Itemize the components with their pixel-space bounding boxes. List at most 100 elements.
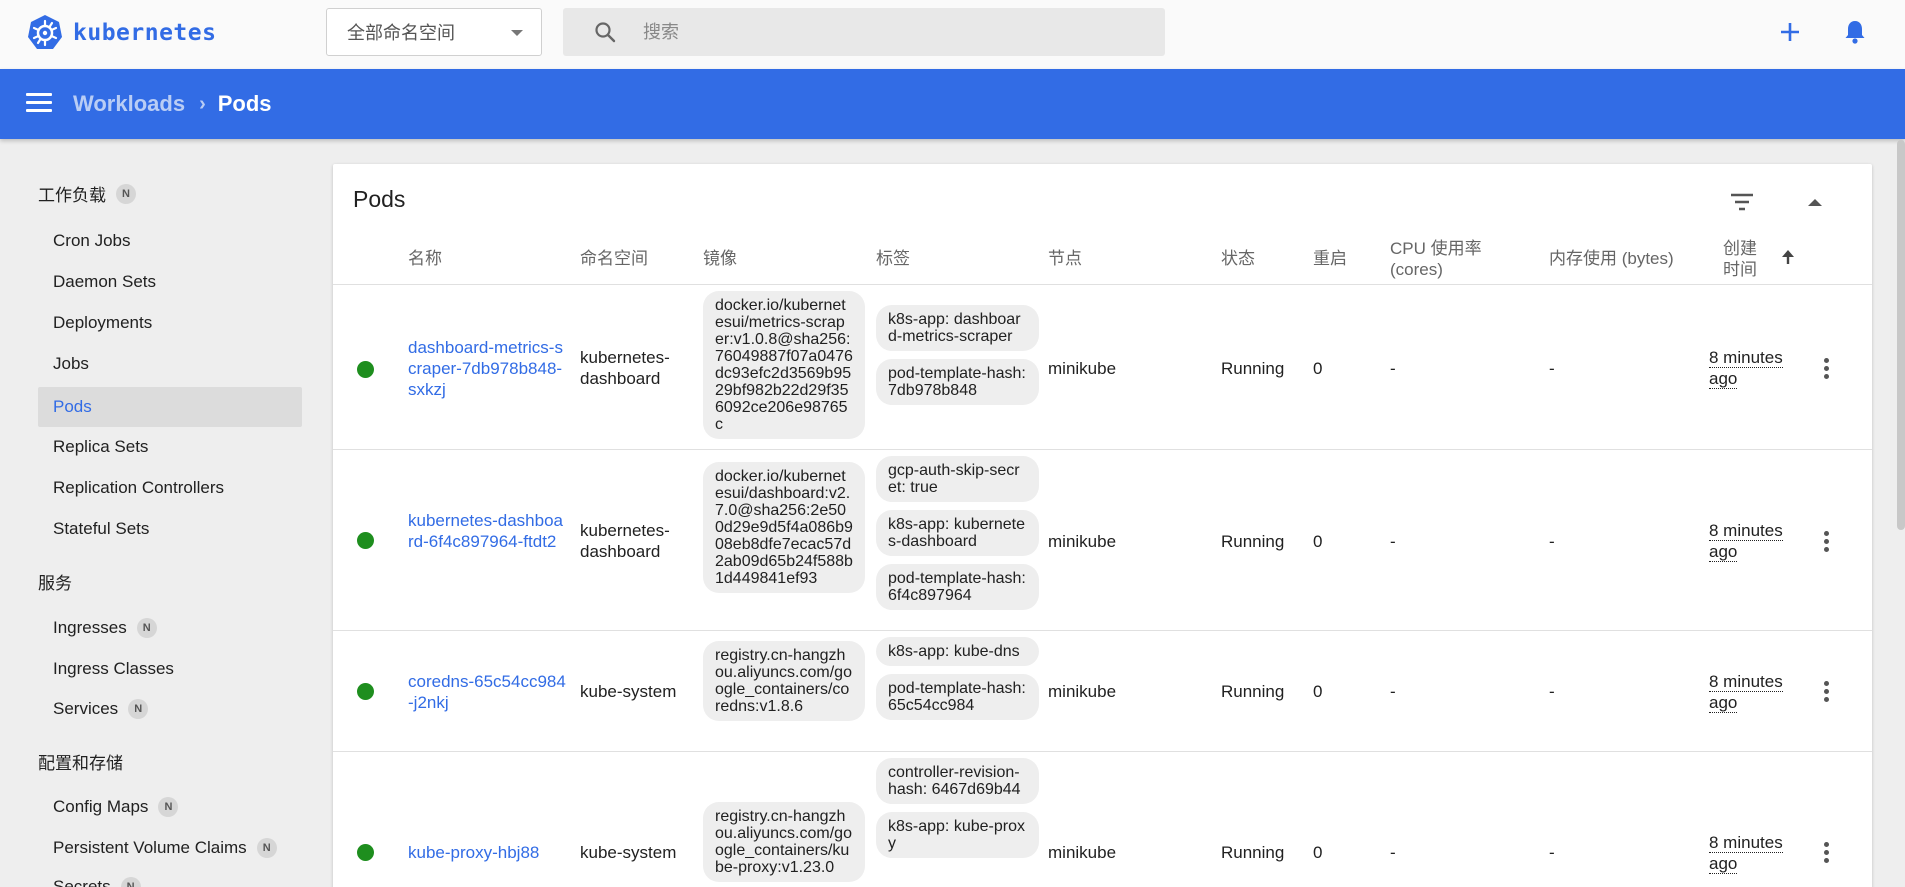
- more-vert-icon[interactable]: [1822, 840, 1830, 864]
- pod-cpu: -: [1390, 843, 1396, 862]
- sidebar-section-services[interactable]: 服务: [38, 569, 72, 594]
- sidebar-item-label: Deployments: [53, 313, 153, 332]
- sidebar-item-daemon-sets[interactable]: Daemon Sets: [38, 262, 302, 302]
- sidebar-section-label: 配置和存储: [38, 754, 123, 773]
- arrow-up-icon[interactable]: [1781, 249, 1795, 265]
- pod-name-link[interactable]: kube-proxy-hbj88: [408, 842, 568, 863]
- pod-node[interactable]: minikube: [1048, 531, 1116, 552]
- create-button[interactable]: [1775, 17, 1805, 47]
- pod-age: 8 minutes ago: [1709, 832, 1794, 874]
- pod-restarts: 0: [1313, 532, 1323, 551]
- chevron-right-icon: ›: [199, 92, 206, 115]
- sidebar-item-label: Stateful Sets: [53, 519, 150, 538]
- app-logo[interactable]: kubernetes: [26, 14, 216, 52]
- pod-name-link[interactable]: dashboard-metrics-scraper-7db978b848-sxk…: [408, 337, 568, 400]
- label-chip: k8s-app: kubernetes-dashboard: [876, 510, 1039, 556]
- filter-button[interactable]: [1728, 188, 1756, 216]
- column-header-namespace[interactable]: 命名空间: [580, 248, 648, 269]
- bell-icon: [1845, 21, 1865, 44]
- column-header-restarts[interactable]: 重启: [1313, 248, 1347, 269]
- column-header-name[interactable]: 名称: [408, 248, 442, 269]
- filter-icon: [1731, 193, 1753, 211]
- sidebar-item-jobs[interactable]: Jobs: [38, 344, 302, 384]
- sidebar-item-cron-jobs[interactable]: Cron Jobs: [38, 221, 302, 261]
- pod-name[interactable]: dashboard-metrics-scraper-7db978b848-sxk…: [408, 338, 563, 399]
- breadcrumb-pods: Pods: [217, 91, 272, 116]
- pod-memory: -: [1549, 359, 1555, 378]
- image-chip: docker.io/kubernetesui/metrics-scraper:v…: [703, 291, 865, 439]
- pod-age-value: 8 minutes ago: [1709, 672, 1783, 713]
- sidebar-item-label: Cron Jobs: [53, 231, 131, 250]
- column-header-created[interactable]: 创建时间: [1715, 238, 1765, 280]
- sidebar-item-pods[interactable]: Pods: [38, 387, 302, 427]
- pod-node[interactable]: minikube: [1048, 681, 1116, 702]
- collapse-button[interactable]: [1801, 188, 1829, 216]
- sidebar-item-services[interactable]: Services N: [38, 689, 302, 729]
- more-vert-icon[interactable]: [1822, 356, 1830, 380]
- label-chip: k8s-app: kube-dns: [876, 637, 1039, 666]
- label-chip: controller-revision-hash: 6467d69b44: [876, 758, 1039, 804]
- column-header-memory: 内存使用 (bytes): [1549, 249, 1674, 268]
- sidebar-item-deployments[interactable]: Deployments: [38, 303, 302, 343]
- labels-list: gcp-auth-skip-secret: true k8s-app: kube…: [876, 456, 1039, 618]
- pod-memory: -: [1549, 532, 1555, 551]
- plus-icon: [1781, 23, 1799, 41]
- pod-name-link[interactable]: kubernetes-dashboard-6f4c897964-ftdt2: [408, 510, 568, 552]
- pod-restarts: 0: [1313, 682, 1323, 701]
- notifications-button[interactable]: [1840, 17, 1870, 47]
- sidebar-item-ingresses[interactable]: Ingresses N: [38, 608, 302, 648]
- pod-cpu: -: [1390, 359, 1396, 378]
- status-running-icon: [357, 361, 374, 378]
- page-scrollbar[interactable]: [1897, 140, 1905, 530]
- column-header-status[interactable]: 状态: [1221, 248, 1255, 269]
- pod-age: 8 minutes ago: [1709, 671, 1794, 713]
- search-bar[interactable]: [563, 8, 1165, 56]
- caret-up-icon: [1808, 199, 1822, 206]
- pod-name[interactable]: coredns-65c54cc984-j2nkj: [408, 672, 566, 712]
- sidebar-section-workloads[interactable]: 工作负载 N: [38, 181, 136, 206]
- label-chip: pod-template-hash: 65c54cc984: [876, 674, 1039, 720]
- pod-age-value: 8 minutes ago: [1709, 833, 1783, 874]
- sidebar-item-label: Ingresses: [53, 618, 127, 637]
- image-chip: docker.io/kubernetesui/dashboard:v2.7.0@…: [703, 462, 865, 593]
- pod-node[interactable]: minikube: [1048, 358, 1116, 379]
- more-vert-icon[interactable]: [1822, 679, 1830, 703]
- pod-name[interactable]: kube-proxy-hbj88: [408, 843, 539, 862]
- sidebar-section-config-storage[interactable]: 配置和存储: [38, 749, 123, 774]
- pod-age-value: 8 minutes ago: [1709, 348, 1783, 389]
- sidebar-item-config-maps[interactable]: Config Maps N: [38, 787, 302, 827]
- sidebar-item-secrets[interactable]: Secrets N: [38, 867, 302, 887]
- sidebar-item-replica-sets[interactable]: Replica Sets: [38, 427, 302, 467]
- label-chip: k8s-app: dashboard-metrics-scraper: [876, 305, 1039, 351]
- pod-namespace: kube-system: [580, 682, 677, 701]
- sidebar-item-label: Ingress Classes: [53, 659, 174, 678]
- sidebar-item-label: Config Maps: [53, 797, 149, 816]
- pod-status: Running: [1221, 843, 1285, 862]
- sidebar-item-label: Pods: [53, 397, 92, 416]
- pod-age-value: 8 minutes ago: [1709, 521, 1783, 562]
- namespaced-badge: N: [116, 183, 136, 204]
- pod-name-link[interactable]: coredns-65c54cc984-j2nkj: [408, 671, 568, 713]
- column-header-cpu: CPU 使用率 (cores): [1390, 239, 1482, 279]
- sidebar-item-persistent-volume-claims[interactable]: Persistent Volume Claims N: [38, 828, 302, 868]
- pod-cpu: -: [1390, 682, 1396, 701]
- label-chip: pod-template-hash: 7db978b848: [876, 359, 1039, 405]
- breadcrumb-workloads[interactable]: Workloads: [73, 91, 185, 117]
- sidebar-item-label: Replica Sets: [53, 437, 149, 456]
- column-header-node[interactable]: 节点: [1048, 248, 1082, 269]
- more-vert-icon[interactable]: [1822, 529, 1830, 553]
- sidebar-item-ingress-classes[interactable]: Ingress Classes: [38, 649, 302, 689]
- sidebar-section-label: 服务: [38, 574, 72, 593]
- app-name: kubernetes: [73, 20, 217, 46]
- pod-namespace: kubernetes-dashboard: [580, 521, 670, 561]
- sidebar-item-replication-controllers[interactable]: Replication Controllers: [38, 468, 302, 508]
- search-input[interactable]: [643, 21, 1123, 43]
- sidebar-item-stateful-sets[interactable]: Stateful Sets: [38, 509, 302, 549]
- namespaced-badge: N: [136, 618, 157, 638]
- menu-icon[interactable]: [26, 93, 52, 115]
- namespace-select[interactable]: 全部命名空间: [326, 8, 542, 56]
- pod-node[interactable]: minikube: [1048, 842, 1116, 863]
- pod-name[interactable]: kubernetes-dashboard-6f4c897964-ftdt2: [408, 511, 563, 551]
- pod-status: Running: [1221, 532, 1285, 551]
- status-running-icon: [357, 844, 374, 861]
